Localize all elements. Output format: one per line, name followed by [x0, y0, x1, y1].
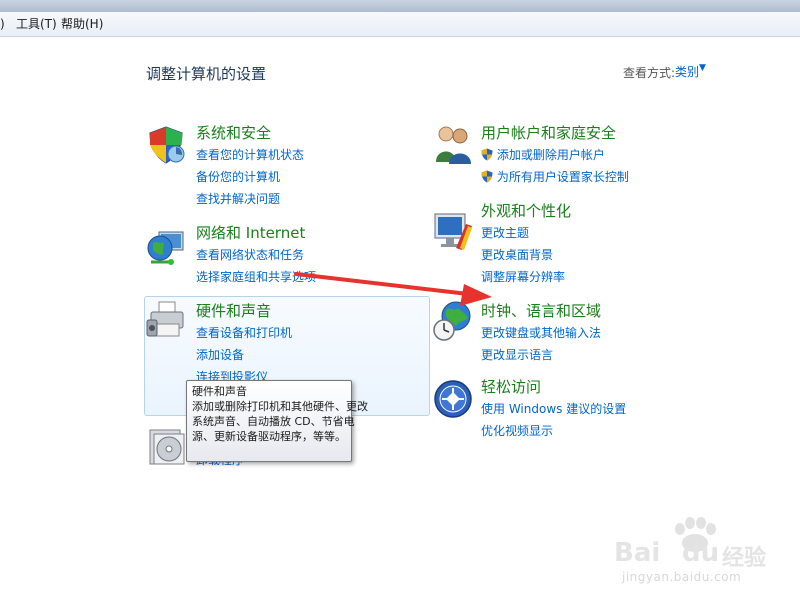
watermark-brand-left: Bai: [614, 538, 661, 568]
watermark-url: jingyan.baidu.com: [622, 570, 742, 584]
annotation-arrow: [294, 272, 492, 306]
watermark-brand-right: du: [682, 538, 720, 568]
watermark-brand-cn: 经验: [722, 546, 767, 571]
baidu-watermark: Bai du 经验 jingyan.baidu.com: [614, 516, 794, 586]
